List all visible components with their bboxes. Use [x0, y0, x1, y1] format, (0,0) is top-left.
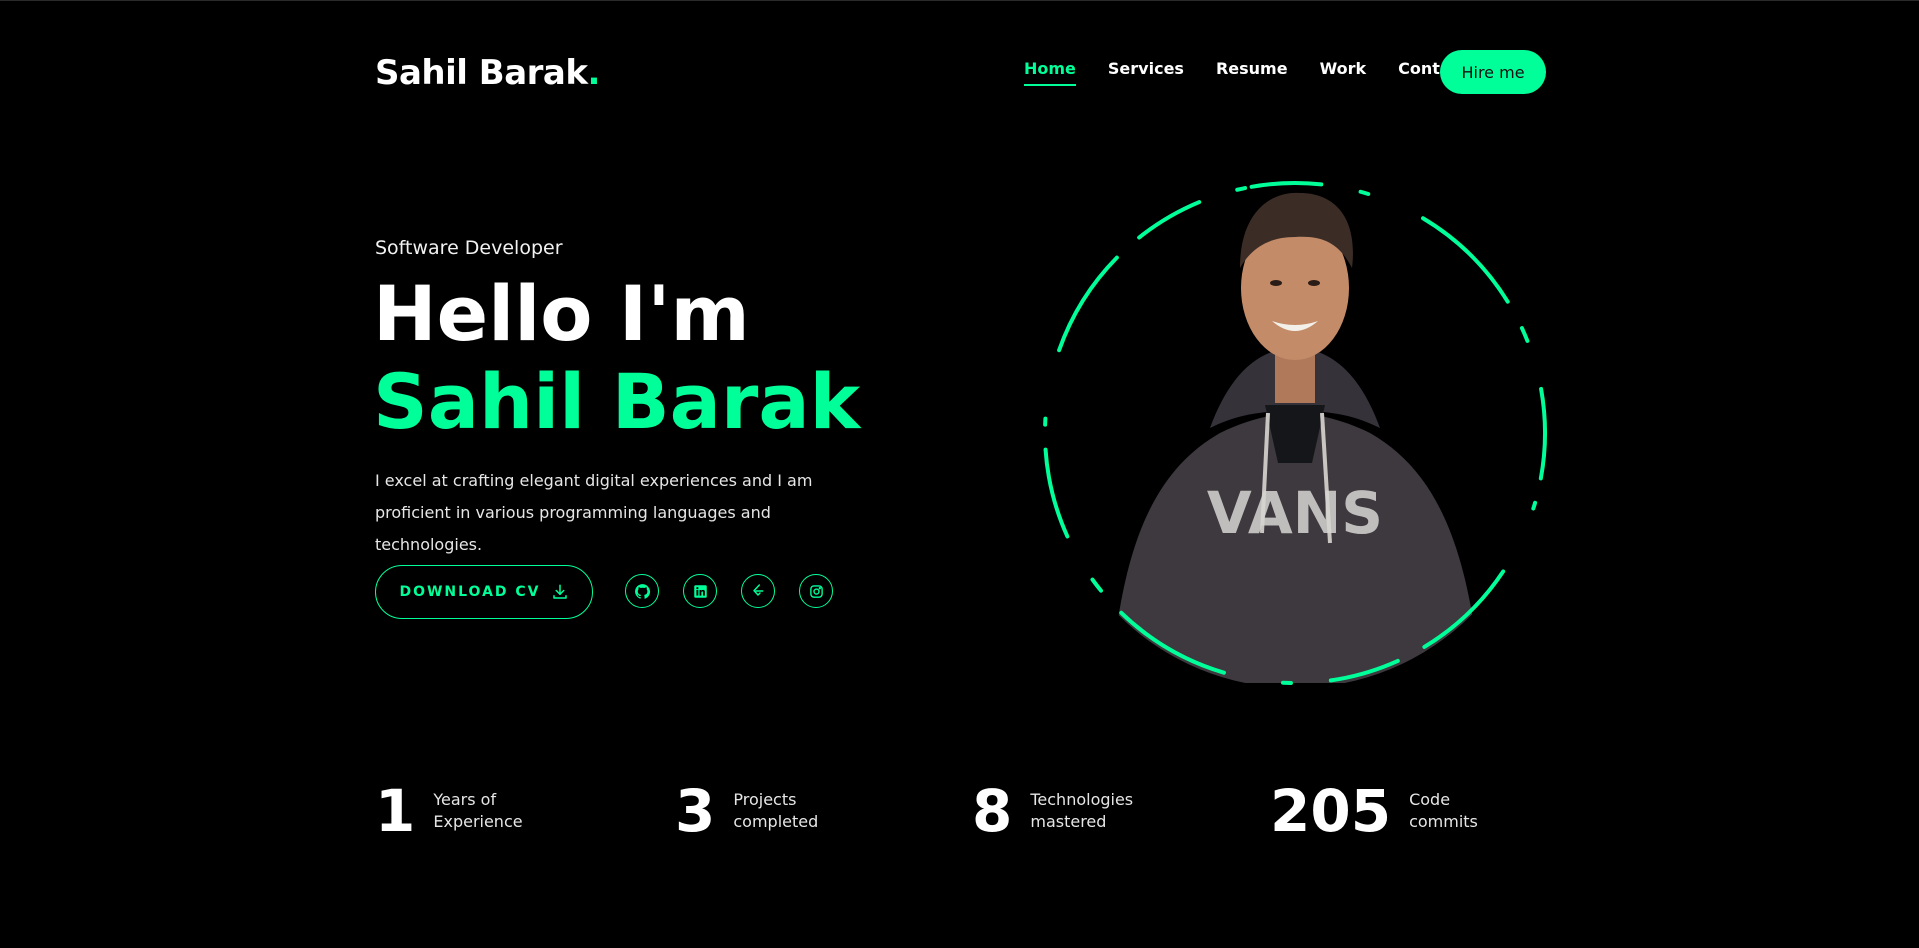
- stat-label: Years of Experience: [433, 790, 523, 831]
- hero-greeting: Hello I'm: [373, 269, 750, 358]
- hero-name: Sahil Barak: [373, 357, 861, 446]
- nav-work[interactable]: Work: [1320, 59, 1367, 86]
- stat-commits: 205 Code commits: [1270, 776, 1478, 846]
- stat-value: 8: [972, 777, 1013, 845]
- nav-home[interactable]: Home: [1024, 59, 1076, 86]
- stat-label: Projects completed: [733, 790, 819, 831]
- nav-resume[interactable]: Resume: [1216, 59, 1288, 86]
- logo-text: Sahil Barak: [375, 53, 588, 93]
- download-cv-button[interactable]: DOWNLOAD CV: [375, 565, 593, 619]
- stat-value: 205: [1270, 777, 1392, 845]
- stat-label: Code commits: [1409, 790, 1478, 831]
- stat-label: Technologies mastered: [1030, 790, 1134, 831]
- instagram-link[interactable]: [799, 574, 833, 608]
- main-nav: Home Services Resume Work Contact: [1024, 59, 1468, 86]
- page: Sahil Barak. Home Services Resume Work C…: [0, 0, 1919, 948]
- stat-projects: 3 Projects completed: [675, 776, 883, 846]
- instagram-icon: [809, 584, 823, 598]
- stat-value: 1: [375, 777, 416, 845]
- nav-services[interactable]: Services: [1108, 59, 1184, 86]
- site-logo[interactable]: Sahil Barak.: [375, 53, 600, 93]
- stat-value: 3: [675, 777, 716, 845]
- github-icon: [634, 583, 650, 599]
- linkedin-icon: [693, 584, 707, 598]
- hero-bio: I excel at crafting elegant digital expe…: [375, 471, 813, 554]
- logo-dot: .: [587, 53, 600, 93]
- stat-technologies: 8 Technologies mastered: [972, 776, 1134, 846]
- social-links: [625, 574, 833, 608]
- github-link[interactable]: [625, 574, 659, 608]
- linkedin-link[interactable]: [683, 574, 717, 608]
- hero-role: Software Developer: [375, 237, 563, 259]
- download-cv-label: DOWNLOAD CV: [399, 584, 541, 600]
- hire-me-button[interactable]: Hire me: [1440, 50, 1546, 94]
- download-icon: [552, 584, 567, 599]
- photo-ring: [1043, 181, 1547, 685]
- leetcode-link[interactable]: [741, 574, 775, 608]
- stat-experience: 1 Years of Experience: [375, 776, 583, 846]
- leetcode-icon: [753, 584, 764, 596]
